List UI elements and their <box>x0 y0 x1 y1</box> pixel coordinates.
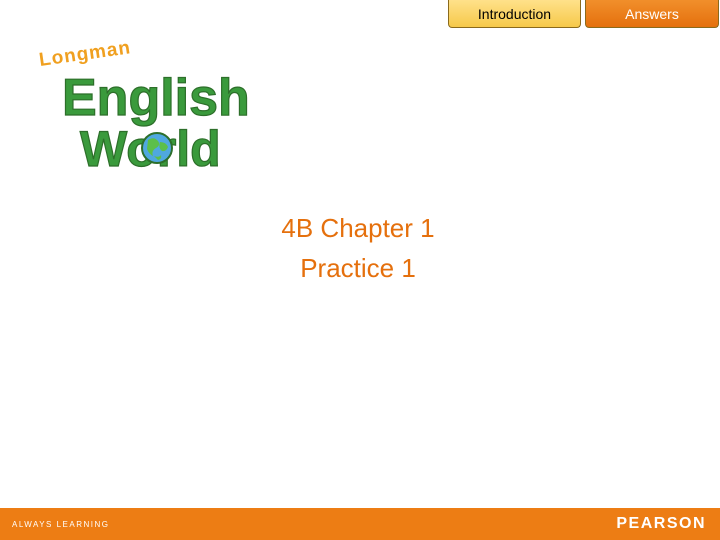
title-block: 4B Chapter 1 Practice 1 <box>200 208 516 288</box>
introduction-tab[interactable]: Introduction <box>448 0 581 28</box>
footer-bar: ALWAYS LEARNING PEARSON <box>0 508 720 540</box>
chapter-title: 4B Chapter 1 <box>281 213 435 243</box>
answers-tab-label: Answers <box>625 5 679 22</box>
pearson-logo: PEARSON <box>616 515 706 532</box>
practice-title: Practice 1 <box>300 253 416 283</box>
logo-word-english: English <box>62 69 250 127</box>
introduction-tab-label: Introduction <box>477 5 552 22</box>
logo-brand-small: Longman <box>38 37 133 71</box>
english-world-logo: Longman English World <box>38 37 251 175</box>
footer-tagline: ALWAYS LEARNING <box>12 519 110 529</box>
globe-icon <box>141 132 173 164</box>
answers-tab[interactable]: Answers <box>585 0 719 28</box>
